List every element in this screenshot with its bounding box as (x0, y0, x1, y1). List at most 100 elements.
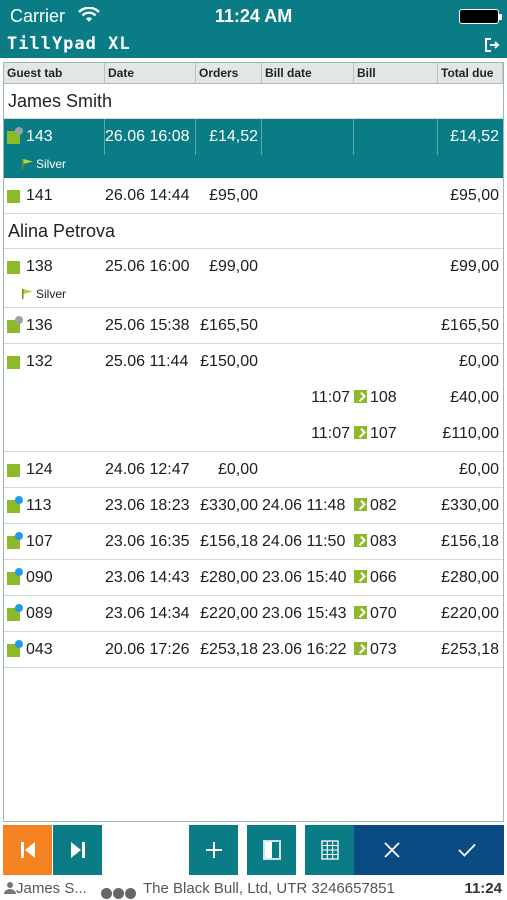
bill-icon (354, 570, 367, 583)
guest-tabs-table: Guest tab Date Orders Bill date Bill Total du… (3, 62, 504, 822)
table-row[interactable]: 143 26.06 16:08 £14,52 £14,52 Silver (4, 119, 503, 178)
bill-icon (354, 390, 367, 403)
guest-tab-icon (7, 640, 23, 657)
table-row[interactable]: 107 23.06 16:35 £156,18 24.06 11:50 083 £156,… (4, 524, 503, 560)
status-badge-icon (15, 532, 23, 540)
table-row[interactable]: 132 25.06 11:44 £150,00 £0,00 11:07 108 £40,00… (4, 344, 503, 452)
battery-icon (459, 9, 502, 24)
tab-date: 23.06 14:43 (105, 569, 190, 586)
tab-date: 23.06 14:34 (105, 605, 190, 622)
cell-divider (353, 119, 354, 155)
status-badge-icon (15, 496, 23, 504)
guest-tab-icon (7, 568, 23, 585)
bill-icon (354, 606, 367, 619)
check-icon (457, 843, 476, 857)
table-row[interactable]: 089 23.06 14:34 £220,00 23.06 15:43 070 £220,… (4, 596, 503, 632)
tab-date: 25.06 11:44 (105, 353, 189, 370)
status-dot-icon (125, 888, 136, 899)
table-row[interactable]: 136 25.06 15:38 £165,50 £165,50 (4, 308, 503, 344)
table-row[interactable]: 124 24.06 12:47 £0,00 £0,00 (4, 452, 503, 488)
guest-tab-icon (7, 356, 20, 369)
guest-tab-icon (7, 316, 23, 333)
tab-bill-date (262, 249, 350, 285)
tab-bill-date: 23.06 16:22 (262, 641, 347, 658)
tab-bill-date (262, 308, 350, 344)
footer-time: 11:24 (464, 880, 502, 897)
tab-orders: £95,00 (209, 187, 258, 204)
grid-button[interactable] (305, 825, 354, 875)
footer-bar: James S... The Black Bull, Ltd, UTR 3246… (0, 877, 507, 900)
tab-total: £220,00 (441, 605, 499, 622)
plus-icon (205, 842, 222, 858)
confirm-button[interactable] (429, 825, 504, 875)
tab-bill-date: 24.06 11:50 (262, 533, 346, 550)
table-row[interactable]: 141 26.06 14:44 £95,00 £95,00 (4, 178, 503, 214)
first-page-button[interactable] (3, 825, 52, 875)
bottom-toolbar (3, 825, 504, 875)
add-button[interactable] (189, 825, 238, 875)
tab-orders: £165,50 (200, 317, 258, 334)
skip-forward-icon (70, 842, 85, 858)
column-header[interactable]: Bill date (262, 63, 354, 84)
bill-number: 073 (370, 641, 397, 658)
guest-tab-icon (7, 127, 23, 144)
tab-date: 26.06 14:44 (105, 187, 190, 204)
bill-icon (354, 498, 367, 511)
column-header[interactable]: Guest tab (4, 63, 105, 84)
tab-total: £156,18 (441, 533, 499, 550)
bill-row[interactable]: 11:07 108 £40,00 (4, 380, 503, 416)
tab-total: £165,50 (441, 317, 499, 334)
bill-time: 11:07 (311, 389, 350, 406)
cancel-button[interactable] (354, 825, 429, 875)
app-header: TillYpad XL (0, 32, 507, 58)
tab-orders: £253,18 (200, 641, 258, 658)
guest-tab-icon (7, 464, 20, 477)
tab-bill-date: 23.06 15:43 (262, 605, 347, 622)
tab-total: £280,00 (441, 569, 499, 586)
tab-bill-date: 24.06 11:48 (262, 497, 346, 514)
tab-bill-date (262, 344, 350, 380)
tab-orders: £330,00 (200, 497, 258, 514)
flag-icon (22, 159, 33, 169)
column-header[interactable]: Total due (438, 63, 503, 84)
tab-number: 143 (26, 128, 53, 145)
logout-icon[interactable] (484, 37, 500, 53)
tab-number: 132 (26, 353, 53, 370)
tab-date: 24.06 12:47 (105, 461, 190, 478)
table-row[interactable]: 138 25.06 16:00 £99,00 £99,00 Silver (4, 249, 503, 308)
tab-number: 141 (26, 187, 53, 204)
status-time: 11:24 AM (214, 6, 293, 26)
tab-number: 113 (26, 497, 52, 514)
column-header[interactable]: Bill (354, 63, 438, 84)
tab-bill-date (262, 119, 350, 155)
tab-bill: 107 (354, 416, 434, 452)
tab-bill: 073 (354, 632, 434, 668)
bill-row[interactable]: 11:07 107 £110,00 (4, 416, 503, 452)
tab-bill-date (262, 452, 350, 488)
bill-total: £40,00 (450, 389, 499, 406)
bill-number: 066 (370, 569, 397, 586)
bill-icon (354, 642, 367, 655)
details-button[interactable] (247, 825, 296, 875)
tab-bill: 083 (354, 524, 434, 560)
bill-total: £110,00 (442, 425, 499, 442)
bill-number: 083 (370, 533, 397, 550)
status-dot-icon (101, 888, 112, 899)
guest-tab-icon (7, 190, 20, 203)
tab-orders: £156,18 (200, 533, 258, 550)
table-row[interactable]: 090 23.06 14:43 £280,00 23.06 15:40 066 £280,… (4, 560, 503, 596)
tab-number: 138 (26, 258, 53, 275)
tab-orders: £14,52 (209, 128, 258, 145)
column-header[interactable]: Orders (196, 63, 262, 84)
bill-number: 107 (370, 425, 397, 442)
table-row[interactable]: 113 23.06 18:23 £330,00 24.06 11:48 082 £330,… (4, 488, 503, 524)
guest-tab-icon (7, 496, 23, 513)
tab-orders: £99,00 (209, 258, 258, 275)
loyalty-tier: Silver (22, 286, 66, 302)
status-bar: Carrier 11:24 AM (0, 0, 507, 32)
next-page-button[interactable] (53, 825, 102, 875)
column-header[interactable]: Date (105, 63, 196, 84)
tab-date: 23.06 16:35 (105, 533, 190, 550)
bill-number: 070 (370, 605, 397, 622)
table-row[interactable]: 043 20.06 17:26 £253,18 23.06 16:22 073 £253,… (4, 632, 503, 668)
